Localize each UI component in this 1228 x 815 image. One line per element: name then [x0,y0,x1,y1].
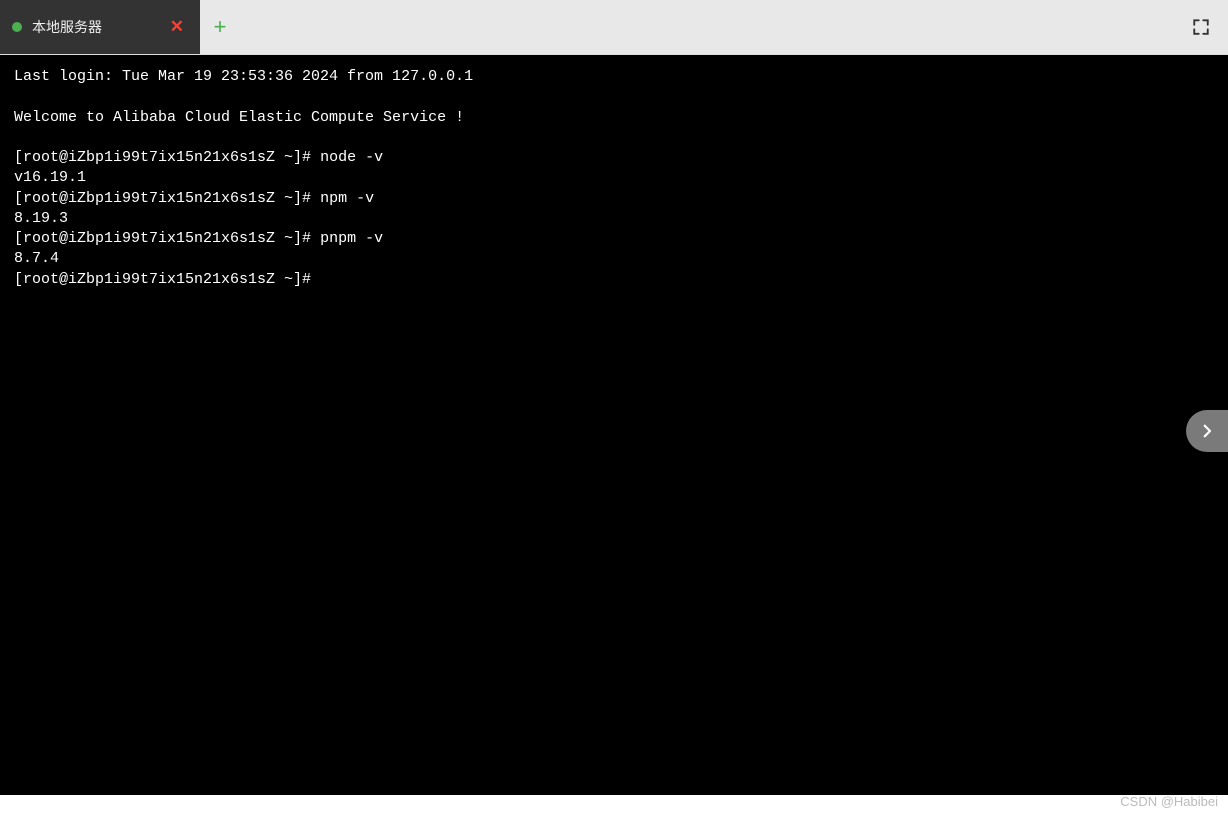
status-indicator-icon [12,22,22,32]
close-icon[interactable]: ✕ [166,17,188,37]
cmd-pnpm: pnpm -v [320,230,383,247]
plus-icon: + [214,14,227,40]
tab-local-server[interactable]: 本地服务器 ✕ [0,0,200,54]
prompt: [root@iZbp1i99t7ix15n21x6s1sZ ~]# [14,190,311,207]
output-npm: 8.19.3 [14,210,68,227]
chevron-right-icon [1198,422,1216,440]
new-tab-button[interactable]: + [200,0,240,54]
terminal-output[interactable]: Last login: Tue Mar 19 23:53:36 2024 fro… [0,55,1228,795]
cmd-node: node -v [320,149,383,166]
welcome-line: Welcome to Alibaba Cloud Elastic Compute… [14,109,464,126]
fullscreen-button[interactable] [1190,16,1212,38]
prompt: [root@iZbp1i99t7ix15n21x6s1sZ ~]# [14,230,311,247]
tab-label: 本地服务器 [32,17,156,37]
last-login-line: Last login: Tue Mar 19 23:53:36 2024 fro… [14,68,473,85]
output-pnpm: 8.7.4 [14,250,59,267]
prompt: [root@iZbp1i99t7ix15n21x6s1sZ ~]# [14,271,311,288]
fullscreen-icon [1192,18,1210,36]
watermark: CSDN @Habibei [1120,794,1218,809]
side-expand-button[interactable] [1186,410,1228,452]
output-node: v16.19.1 [14,169,86,186]
prompt: [root@iZbp1i99t7ix15n21x6s1sZ ~]# [14,149,311,166]
cmd-npm: npm -v [320,190,374,207]
tab-bar: 本地服务器 ✕ + [0,0,1228,55]
